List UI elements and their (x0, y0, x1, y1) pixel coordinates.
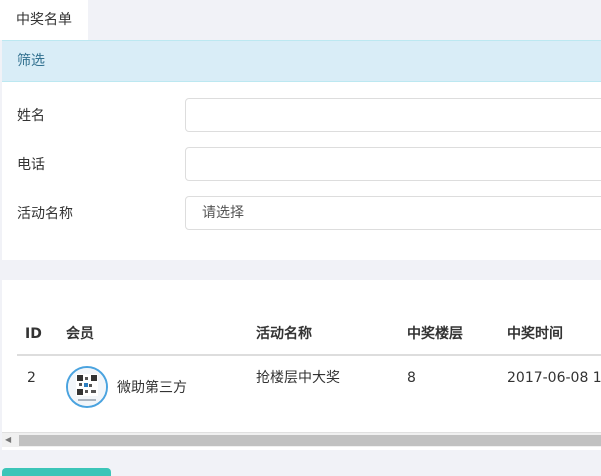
column-header-id: ID (25, 326, 42, 342)
row-member-name: 微助第三方 (117, 380, 187, 396)
row-time: 2017-06-08 11 (507, 370, 601, 386)
scroll-left-icon[interactable]: ◀ (5, 435, 11, 445)
activity-select-value: 请选择 (202, 205, 244, 221)
winner-table: ID 会员 活动名称 中奖楼层 中奖时间 2 微助第三方 抢楼层中大奖 8 20… (2, 280, 601, 450)
row-activity: 抢楼层中大奖 (256, 370, 340, 386)
row-id: 2 (27, 370, 36, 386)
horizontal-scrollbar[interactable]: ◀ (2, 432, 601, 447)
avatar (66, 366, 108, 408)
phone-input[interactable] (185, 147, 601, 181)
tab-winner-list[interactable]: 中奖名单 (0, 0, 88, 40)
activity-select[interactable]: 请选择 (185, 196, 601, 230)
qr-code-icon (68, 368, 106, 406)
table-header-divider (17, 354, 601, 356)
activity-label: 活动名称 (17, 206, 73, 222)
column-header-member: 会员 (66, 326, 94, 342)
name-input[interactable] (185, 98, 601, 132)
scrollbar-thumb[interactable] (19, 435, 601, 446)
column-header-floor: 中奖楼层 (407, 326, 463, 342)
filter-panel: 筛选 姓名 电话 活动名称 请选择 (2, 40, 601, 260)
phone-label: 电话 (17, 157, 45, 173)
column-header-time: 中奖时间 (507, 326, 563, 342)
tab-bar: 中奖名单 (0, 0, 601, 40)
column-header-activity: 活动名称 (256, 326, 312, 342)
row-floor: 8 (407, 370, 416, 386)
name-label: 姓名 (17, 108, 45, 124)
filter-header: 筛选 (2, 40, 601, 82)
action-button[interactable] (2, 468, 111, 476)
